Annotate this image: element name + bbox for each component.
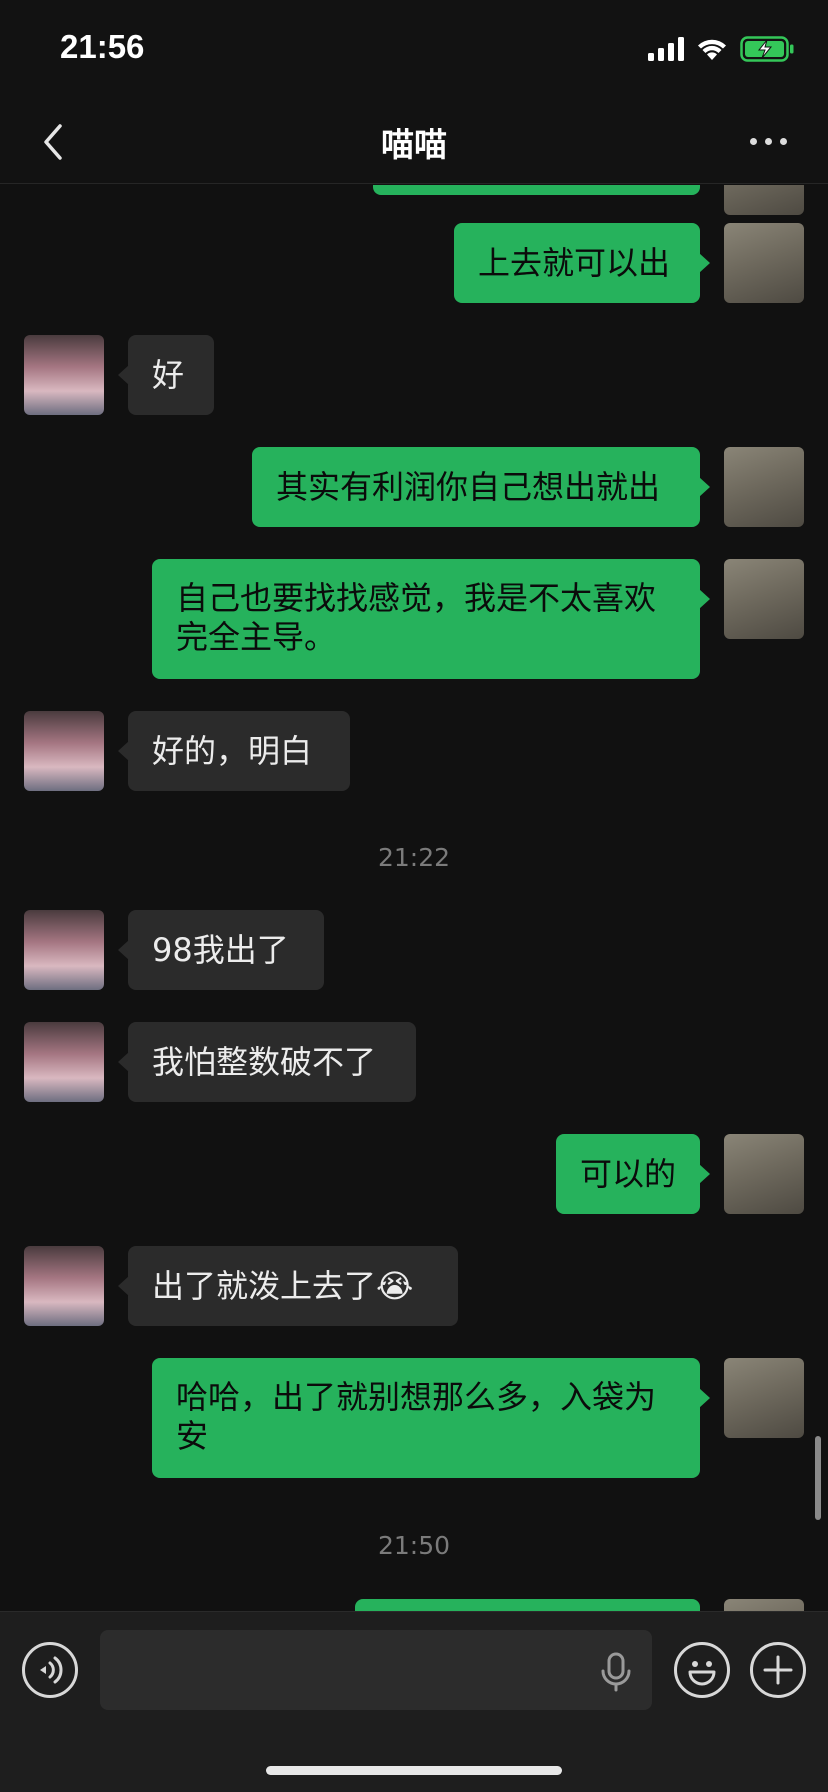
- avatar-self[interactable]: [724, 559, 804, 639]
- message-bubble-outgoing[interactable]: 其实有利润你自己想出就出: [252, 447, 710, 527]
- input-bar: [0, 1611, 828, 1792]
- avatar-contact[interactable]: [24, 1022, 104, 1102]
- avatar-contact[interactable]: [24, 1246, 104, 1326]
- message-line: 完全主导。: [176, 618, 337, 656]
- message-timestamp: 21:50: [377, 1531, 451, 1560]
- more-icon: [750, 137, 757, 145]
- message-bubble-incoming[interactable]: 好: [118, 335, 214, 415]
- avatar-self[interactable]: [724, 1599, 804, 1611]
- message-line: 哈哈，出了就别想那么多，入袋为: [176, 1378, 657, 1416]
- message-line: 自己也要找找感觉，我是不太喜欢: [176, 579, 657, 617]
- voice-icon: [40, 1656, 63, 1684]
- plus-icon: [763, 1655, 793, 1685]
- message-bubble-incoming[interactable]: 出了就泼上去了😭: [118, 1246, 458, 1326]
- message-bubble-outgoing[interactable]: 自己也要找找感觉，我是不太喜欢 完全主导。: [152, 559, 710, 679]
- wifi-icon: [698, 39, 726, 60]
- voice-toggle-button[interactable]: [22, 1642, 78, 1698]
- avatar-contact[interactable]: [24, 711, 104, 791]
- scrollbar[interactable]: [815, 1436, 821, 1520]
- message-bubble-partial[interactable]: [355, 1599, 700, 1611]
- battery-icon: [740, 36, 794, 62]
- chat-header: 喵喵: [0, 100, 828, 184]
- status-bar: 21:56: [0, 0, 828, 100]
- message-timestamp: 21:22: [377, 843, 451, 872]
- message-bubble-incoming[interactable]: 好的，明白: [118, 711, 350, 791]
- message-bubble-outgoing[interactable]: 哈哈，出了就别想那么多，入袋为 安: [152, 1358, 710, 1478]
- crying-face-emoji: 😭: [376, 1267, 414, 1305]
- emoji-button[interactable]: [674, 1642, 730, 1698]
- avatar-self[interactable]: [724, 223, 804, 303]
- chat-title: 喵喵: [381, 125, 447, 164]
- message-bubble-partial[interactable]: [373, 185, 700, 195]
- emoji-icon: [688, 1661, 716, 1686]
- status-time: 21:56: [60, 28, 145, 65]
- message-list[interactable]: 上去就可以出 好 其实有利润你自己想出就出 自己也要找找感觉，我是不太喜欢 完全…: [0, 185, 828, 1611]
- avatar-self[interactable]: [724, 447, 804, 527]
- home-indicator[interactable]: [266, 1766, 562, 1775]
- avatar-contact[interactable]: [24, 335, 104, 415]
- avatar-self[interactable]: [724, 1358, 804, 1438]
- avatar-contact[interactable]: [24, 910, 104, 990]
- more-features-button[interactable]: [750, 1642, 806, 1698]
- message-bubble-outgoing[interactable]: 可以的: [556, 1134, 710, 1214]
- status-icons: [648, 34, 794, 64]
- message-bubble-incoming[interactable]: 我怕整数破不了: [118, 1022, 416, 1102]
- message-input[interactable]: [100, 1630, 652, 1710]
- message-bubble-incoming[interactable]: 98我出了: [118, 910, 324, 990]
- message-line: 安: [176, 1417, 209, 1455]
- avatar-self[interactable]: [724, 1134, 804, 1214]
- avatar-self[interactable]: [724, 185, 804, 215]
- message-bubble-outgoing[interactable]: 上去就可以出: [454, 223, 710, 303]
- more-button[interactable]: [750, 126, 792, 156]
- microphone-icon[interactable]: [598, 1652, 634, 1692]
- signal-icon: [648, 37, 684, 61]
- message-text: 出了就泼上去了: [152, 1267, 377, 1305]
